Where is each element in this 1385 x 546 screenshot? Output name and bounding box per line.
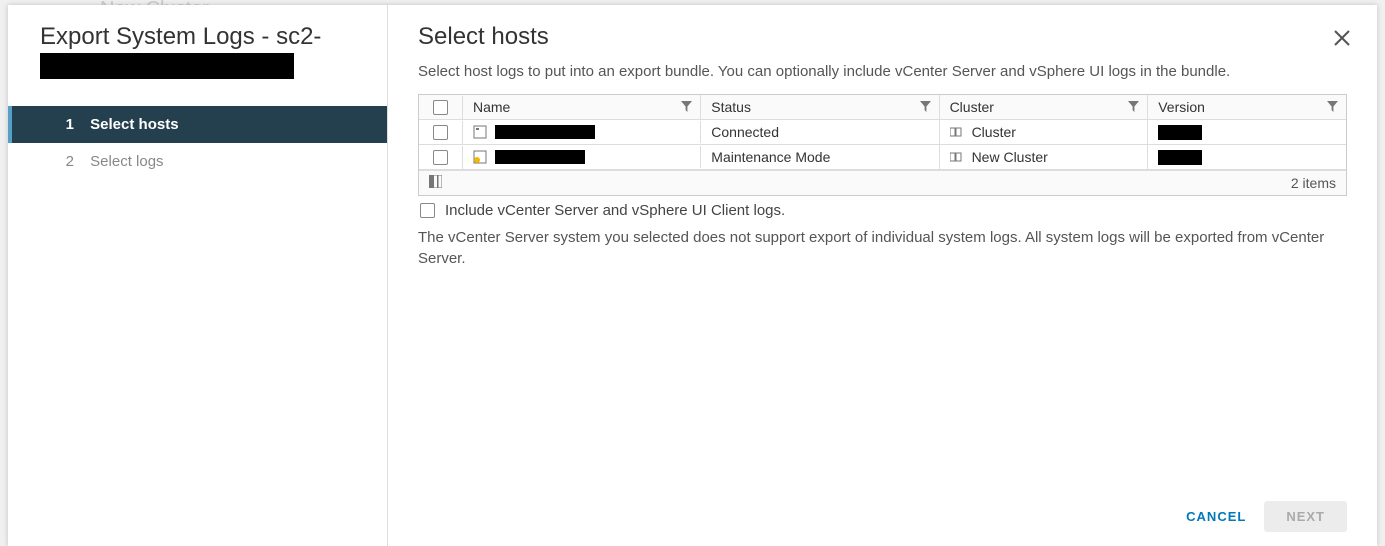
filter-icon[interactable] (920, 99, 931, 115)
row-status: Connected (701, 120, 939, 144)
step-number: 1 (54, 116, 74, 133)
row-version-redacted (1158, 125, 1202, 140)
cancel-button[interactable]: CANCEL (1186, 509, 1246, 524)
table-row[interactable]: Connected Cluster (419, 120, 1346, 145)
host-name-redacted (495, 150, 585, 164)
host-maintenance-icon (473, 150, 487, 164)
close-icon (1333, 29, 1351, 47)
table-footer: 2 items (419, 170, 1346, 195)
include-vcenter-checkbox[interactable] (420, 203, 435, 218)
step-number: 2 (54, 153, 74, 170)
host-icon (473, 125, 487, 139)
row-cluster: Cluster (972, 124, 1016, 140)
row-cluster: New Cluster (972, 149, 1048, 165)
wizard-title: Export System Logs - sc2- (8, 23, 387, 86)
filter-icon[interactable] (681, 99, 692, 115)
filter-icon[interactable] (1128, 99, 1139, 115)
host-name-redacted (495, 125, 595, 139)
row-status: Maintenance Mode (701, 145, 939, 169)
table-row[interactable]: Maintenance Mode New Cluster (419, 145, 1346, 170)
wizard-title-text: Export System Logs - sc2- (40, 23, 321, 50)
wizard-steps: 1 Select hosts 2 Select logs (8, 106, 387, 180)
vcenter-note: The vCenter Server system you selected d… (418, 223, 1347, 273)
step-label: Select hosts (90, 116, 178, 133)
next-button[interactable]: NEXT (1264, 501, 1347, 532)
step-label: Select logs (90, 153, 163, 170)
header-version-label: Version (1158, 99, 1205, 115)
cluster-icon (950, 125, 964, 139)
export-logs-modal: Export System Logs - sc2- 1 Select hosts… (8, 5, 1377, 546)
row-checkbox[interactable] (433, 125, 448, 140)
header-name[interactable]: Name (463, 95, 701, 119)
select-all-cell (419, 96, 463, 119)
filter-icon[interactable] (1327, 99, 1338, 115)
select-all-checkbox[interactable] (433, 100, 448, 115)
wizard-footer: CANCEL NEXT (418, 487, 1347, 546)
table-header-row: Name Status Cluster Version (419, 95, 1346, 120)
step-select-logs[interactable]: 2 Select logs (8, 143, 387, 180)
include-vcenter-label: Include vCenter Server and vSphere UI Cl… (445, 202, 785, 219)
include-vcenter-row[interactable]: Include vCenter Server and vSphere UI Cl… (418, 196, 1347, 223)
hosts-table: Name Status Cluster Version (418, 94, 1347, 196)
step-select-hosts[interactable]: 1 Select hosts (8, 106, 387, 143)
row-checkbox[interactable] (433, 150, 448, 165)
cluster-icon (950, 150, 964, 164)
item-count: 2 items (1291, 175, 1336, 191)
header-cluster[interactable]: Cluster (940, 95, 1149, 119)
column-toggle-icon[interactable] (429, 175, 442, 191)
page-description: Select host logs to put into an export b… (418, 63, 1347, 80)
wizard-sidebar: Export System Logs - sc2- 1 Select hosts… (8, 5, 388, 546)
close-button[interactable] (1333, 29, 1351, 52)
header-name-label: Name (473, 99, 510, 115)
wizard-title-redacted (40, 53, 294, 79)
header-status[interactable]: Status (701, 95, 939, 119)
header-version[interactable]: Version (1148, 95, 1346, 119)
wizard-content: Select hosts Select host logs to put int… (388, 5, 1377, 546)
header-status-label: Status (711, 99, 751, 115)
header-cluster-label: Cluster (950, 99, 994, 115)
page-title: Select hosts (418, 23, 1347, 51)
row-version-redacted (1158, 150, 1202, 165)
